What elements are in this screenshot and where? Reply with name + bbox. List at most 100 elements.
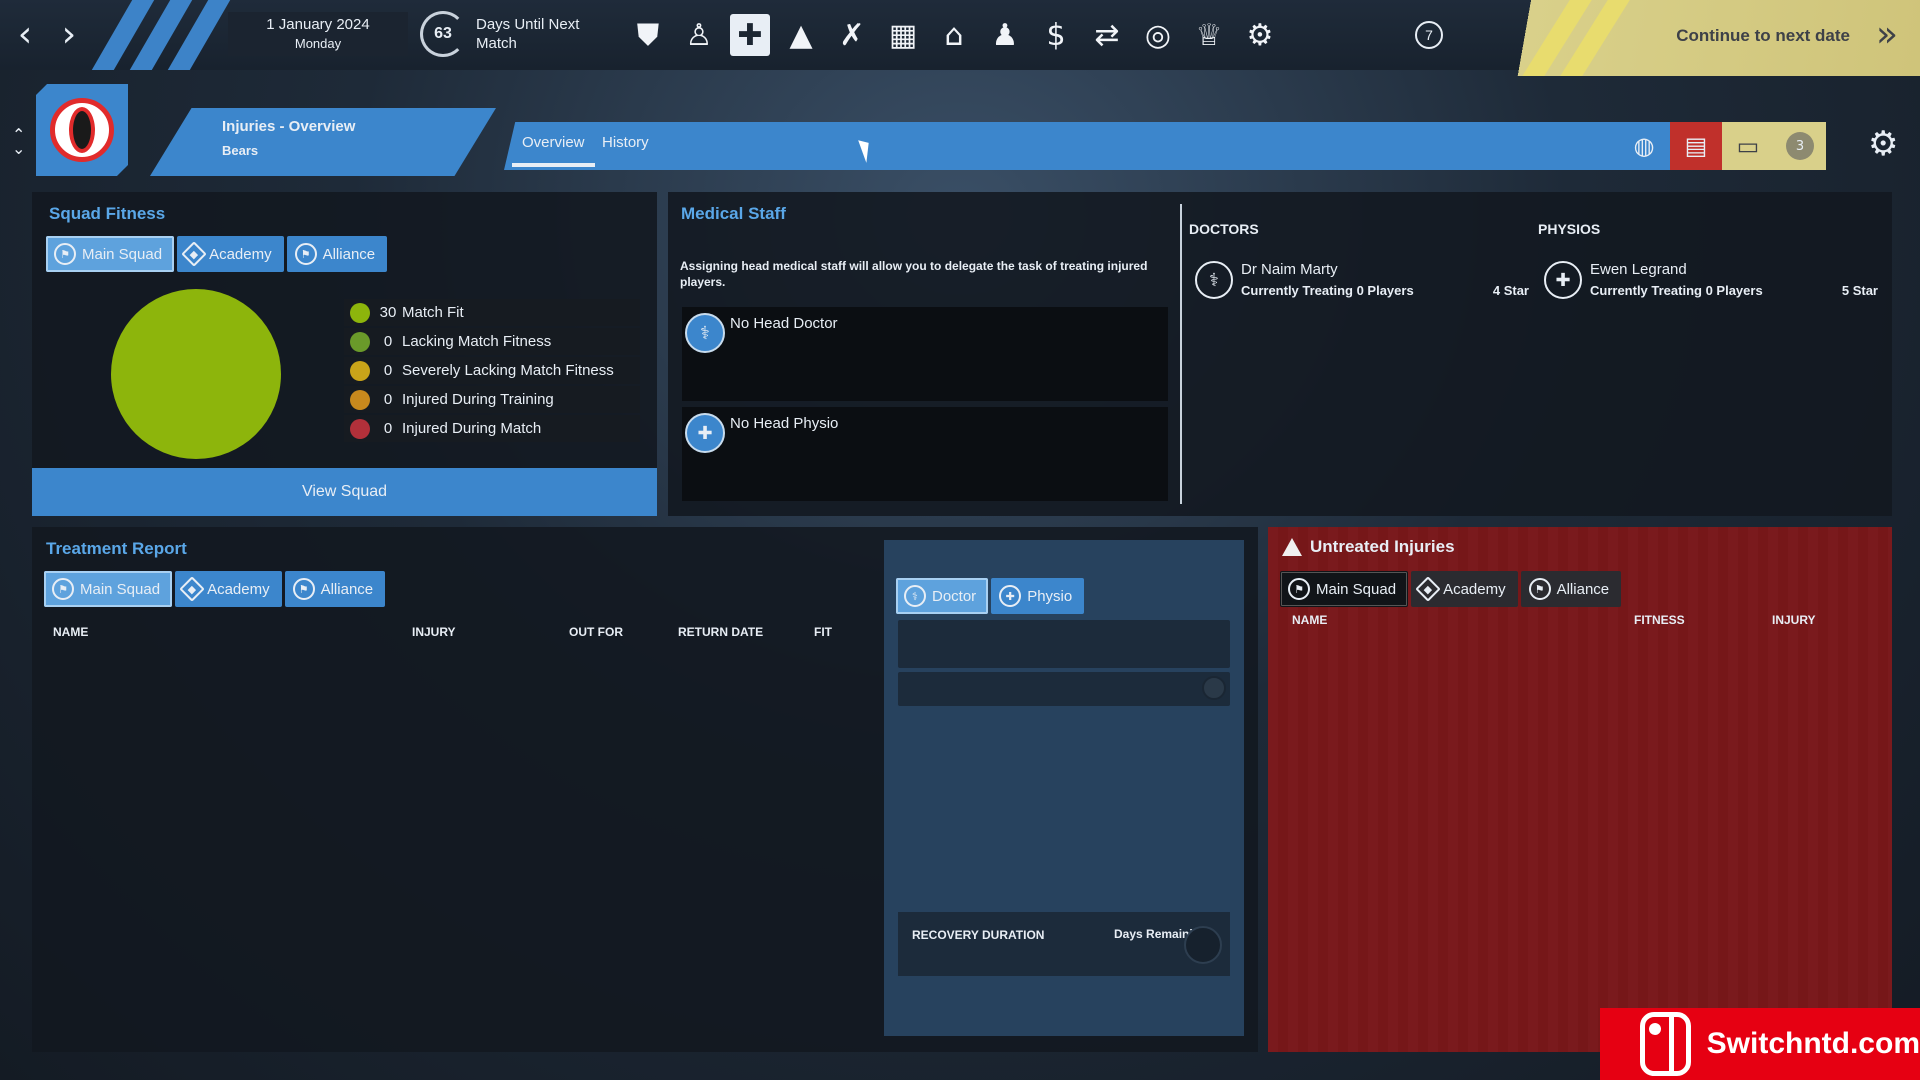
home-icon[interactable]: ⌂ — [934, 14, 974, 56]
academy-icon: ◆ — [1415, 576, 1441, 602]
filter-label: Alliance — [320, 580, 374, 598]
tactics-icon[interactable]: ✗ — [832, 14, 872, 56]
physios-column: PHYSIOS ✚ Ewen Legrand Currently Treatin… — [1538, 221, 1878, 299]
calendar-icon[interactable]: ▦ — [883, 14, 923, 56]
filter-label: Main Squad — [1316, 580, 1397, 598]
alliance-icon: ⚑ — [1528, 578, 1551, 600]
counter-value: 7 — [1415, 21, 1443, 49]
col-out-for[interactable]: OUT FOR — [569, 625, 623, 639]
doctor-badge-icon: ⚕ — [685, 313, 725, 353]
legend-row: 0 Lacking Match Fitness — [344, 328, 640, 355]
filter-main-squad[interactable]: ⚑ Main Squad — [44, 571, 173, 607]
legend-dot — [350, 331, 370, 352]
transfer-icon[interactable]: ⇄ — [1087, 14, 1127, 56]
col-fitness[interactable]: FITNESS — [1634, 613, 1685, 627]
trophy-icon[interactable]: ♕ — [1189, 14, 1229, 56]
squad-fitness-title: Squad Fitness — [49, 204, 166, 223]
filter-label: Alliance — [322, 245, 376, 263]
untreated-title: Untreated Injuries — [1310, 537, 1455, 556]
continue-button[interactable]: Continue to next date » — [1460, 0, 1920, 76]
legend-row: 30 Match Fit — [344, 299, 640, 326]
watermark: Switchntd.com — [1600, 1008, 1920, 1080]
view-squad-button[interactable]: View Squad — [32, 468, 657, 516]
settings-group-icon[interactable]: ⚙ — [1240, 14, 1280, 56]
col-injury[interactable]: INJURY — [412, 625, 456, 639]
training-cone-icon[interactable]: ▲ — [781, 14, 821, 56]
doctor-card[interactable]: ⚕ Dr Naim Marty Currently Treating 0 Pla… — [1189, 261, 1529, 305]
legend-label: Lacking Match Fitness — [402, 333, 552, 350]
club-shield-icon[interactable]: ⛊ — [628, 14, 668, 56]
treatment-detail-box: ⚕ Doctor ✚ Physio RECOVERY DURATION Days R… — [884, 540, 1244, 1036]
legend-count: 0 — [383, 362, 393, 379]
scouting-icon[interactable]: ◎ — [1138, 14, 1178, 56]
globe-icon[interactable]: ◍ — [1618, 122, 1670, 170]
doctor-rating: 4 Star — [1492, 283, 1529, 298]
col-injury[interactable]: INJURY — [1772, 613, 1816, 627]
col-return-date[interactable]: RETURN DATE — [678, 625, 763, 639]
head-doctor-slot[interactable]: ⚕ No Head Doctor — [682, 307, 1168, 401]
double-chevron-icon: » — [1875, 14, 1898, 55]
finance-icon[interactable]: $ — [1036, 14, 1076, 56]
filter-alliance[interactable]: ⚑ Alliance — [286, 236, 388, 272]
tab-history[interactable]: History — [592, 134, 659, 163]
days-until-count: 63 — [420, 11, 466, 57]
squad-icon[interactable]: ♙ — [679, 14, 719, 56]
alliance-icon: ⚑ — [294, 243, 317, 265]
filter-main-squad[interactable]: ⚑ Main Squad — [46, 236, 175, 272]
forward-arrow-icon[interactable]: › — [52, 14, 86, 55]
treatment-select[interactable] — [898, 672, 1230, 706]
filter-alliance[interactable]: ⚑ Alliance — [284, 571, 386, 607]
treatment-filters: ⚑ Main Squad ◆ Academy ⚑ Alliance — [44, 571, 386, 607]
title-block: Injuries - Overview Bears — [150, 108, 496, 176]
filter-academy[interactable]: ◆ Academy — [175, 571, 282, 607]
medical-staff-title: Medical Staff — [681, 204, 786, 223]
tab-doctor[interactable]: ⚕ Doctor — [896, 578, 989, 614]
gear-icon[interactable]: ⚙ — [1868, 124, 1898, 164]
col-name[interactable]: NAME — [53, 625, 88, 639]
warning-icon — [1282, 538, 1302, 556]
doctor-status: Currently Treating 0 Players — [1241, 283, 1414, 298]
clipboard-icon[interactable]: ▤ — [1670, 122, 1722, 170]
staff-icon[interactable]: ♟ — [985, 14, 1025, 56]
legend-row: 0 Severely Lacking Match Fitness — [344, 357, 640, 384]
inbox-icon[interactable]: ▭ — [1722, 122, 1774, 170]
notification-counter[interactable]: 7 — [1408, 18, 1450, 52]
physio-rating: 5 Star — [1841, 283, 1878, 298]
col-name[interactable]: NAME — [1292, 613, 1327, 627]
legend-dot — [350, 302, 370, 323]
days-until-match: 63 Days Until Next Match — [420, 10, 610, 58]
top-bar: ‹ › 1 January 2024 Monday 63 Days Until … — [0, 0, 1920, 76]
tab-overview[interactable]: Overview — [512, 134, 595, 167]
physio-card[interactable]: ✚ Ewen Legrand Currently Treating 0 Play… — [1538, 261, 1878, 305]
squad-fitness-filters: ⚑ Main Squad ◆ Academy ⚑ Alliance — [46, 236, 388, 272]
staff-type-tabs: ⚕ Doctor ✚ Physio — [896, 578, 1085, 614]
doctor-name: Dr Naim Marty — [1241, 261, 1338, 278]
filter-label: Main Squad — [80, 580, 161, 598]
legend-dot — [350, 418, 370, 439]
weekday-text: Monday — [294, 36, 342, 51]
continue-label: Continue to next date — [1676, 26, 1850, 45]
cross-icon: ✚ — [999, 585, 1022, 607]
legend-count: 0 — [383, 333, 393, 350]
academy-icon: ◆ — [179, 576, 205, 602]
untreated-injuries-panel: Untreated Injuries ⚑ Main Squad ◆ Academy … — [1268, 527, 1892, 1052]
filter-main-squad[interactable]: ⚑ Main Squad — [1280, 571, 1409, 607]
legend-count: 0 — [383, 391, 393, 408]
filter-academy[interactable]: ◆ Academy — [1411, 571, 1518, 607]
expand-toggle-icon[interactable]: ⌃ ⌄ — [12, 127, 25, 157]
inbox-badge[interactable]: 3 — [1774, 122, 1826, 170]
filter-alliance[interactable]: ⚑ Alliance — [1520, 571, 1622, 607]
back-arrow-icon[interactable]: ‹ — [8, 14, 42, 55]
club-badge[interactable] — [36, 84, 128, 176]
physio-name: Ewen Legrand — [1590, 261, 1687, 278]
doctors-header: DOCTORS — [1189, 221, 1259, 237]
head-doctor-label: No Head Doctor — [730, 315, 838, 332]
medical-staff-description: Assigning head medical staff will allow … — [680, 259, 1148, 289]
filter-academy[interactable]: ◆ Academy — [177, 236, 284, 272]
col-fit[interactable]: FIT — [814, 625, 832, 639]
medical-icon[interactable]: ✚ — [730, 14, 770, 56]
staff-select-slot[interactable] — [898, 620, 1230, 668]
head-physio-slot[interactable]: ✚ No Head Physio — [682, 407, 1168, 501]
caduceus-icon: ⚕ — [1195, 261, 1233, 299]
tab-physio[interactable]: ✚ Physio — [991, 578, 1085, 614]
